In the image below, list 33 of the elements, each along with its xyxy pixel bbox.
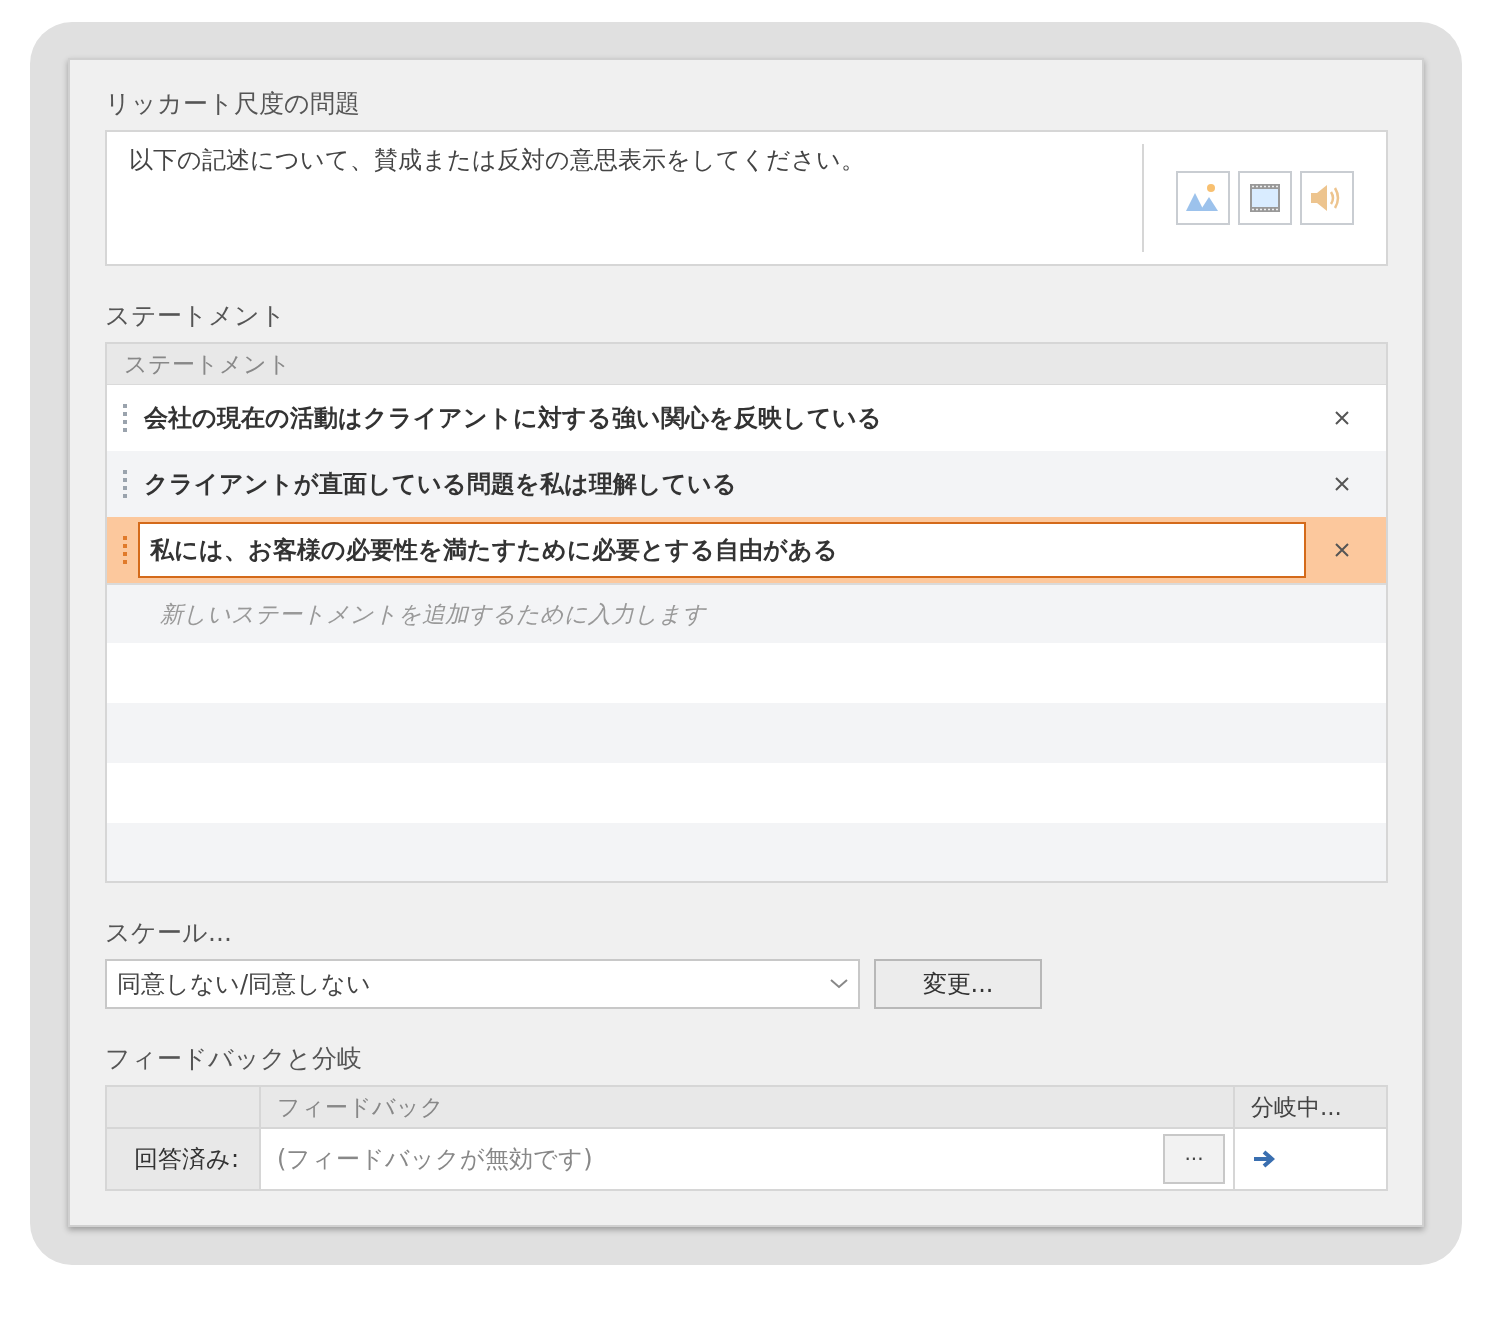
statement-input[interactable]: 私には、お客様の必要性を満たすために必要とする自由がある <box>138 522 1306 578</box>
more-button[interactable]: ··· <box>1163 1134 1225 1184</box>
insert-audio-button[interactable] <box>1300 171 1354 225</box>
insert-picture-button[interactable] <box>1176 171 1230 225</box>
drag-handle-icon[interactable] <box>122 404 128 432</box>
section-label: ステートメント <box>105 300 286 332</box>
question-field[interactable]: 以下の記述について、賛成または反対の意思表示をしてください。 <box>105 130 1388 266</box>
delete-icon[interactable] <box>1334 476 1350 492</box>
film-icon <box>1249 183 1281 213</box>
change-button[interactable]: 変更... <box>874 959 1042 1009</box>
statement-row[interactable]: 会社の現在の活動はクライアントに対する強い関心を反映している <box>107 385 1386 451</box>
scale-dropdown[interactable]: 同意しない/同意しない <box>105 959 860 1009</box>
section-label: スケール... <box>105 917 232 949</box>
section-label: リッカート尺度の問題 <box>105 88 360 120</box>
delete-icon[interactable] <box>1334 410 1350 426</box>
branch-cell[interactable] <box>1235 1129 1386 1189</box>
statement-row[interactable]: 私には、お客様の必要性を満たすために必要とする自由がある <box>107 517 1386 583</box>
column-header: 分岐中... <box>1235 1087 1386 1127</box>
feedback-cell[interactable]: (フィードバックが無効です) ··· <box>261 1129 1233 1189</box>
drag-handle-icon[interactable] <box>122 536 128 564</box>
delete-icon[interactable] <box>1334 542 1350 558</box>
insert-video-button[interactable] <box>1238 171 1292 225</box>
statement-text[interactable]: 会社の現在の活動はクライアントに対する強い関心を反映している <box>144 402 1334 434</box>
arrow-right-icon[interactable] <box>1253 1150 1275 1168</box>
drag-handle-icon[interactable] <box>122 470 128 498</box>
section-label: フィードバックと分岐 <box>105 1043 362 1075</box>
question-text: 以下の記述について、賛成または反対の意思表示をしてください。 <box>129 145 866 176</box>
row-header: 回答済み: <box>107 1129 259 1189</box>
feedback-text: (フィードバックが無効です) <box>277 1144 593 1175</box>
column-header: フィードバック <box>261 1087 1233 1127</box>
statement-text[interactable]: クライアントが直面している問題を私は理解している <box>144 468 1334 500</box>
column-header: ステートメント <box>107 344 1386 385</box>
chevron-down-icon <box>830 979 848 989</box>
